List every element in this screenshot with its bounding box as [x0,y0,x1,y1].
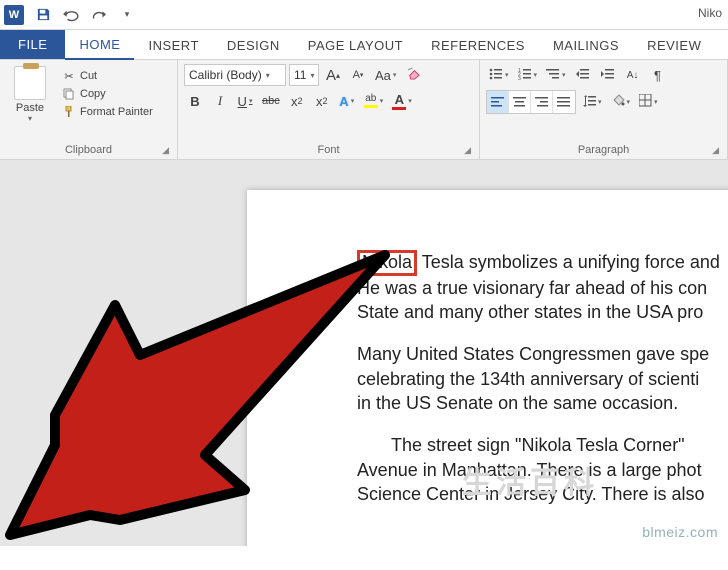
redo-icon[interactable] [86,3,112,27]
scissors-icon: ✂ [62,69,76,83]
clear-formatting-button[interactable] [402,64,424,86]
align-left-button[interactable] [487,91,509,113]
alignment-segment [486,90,576,114]
undo-icon[interactable] [58,3,84,27]
numbering-icon: 123 [518,68,532,83]
bold-button[interactable]: B [184,90,206,112]
paste-dropdown-icon[interactable]: ▾ [28,114,32,123]
borders-icon [639,94,652,110]
cut-label: Cut [80,70,97,82]
chevron-down-icon: ▾ [310,71,314,80]
chevron-down-icon: ▾ [266,71,270,80]
paragraph-group-label: Paragraph ◢ [486,143,721,157]
line-spacing-button[interactable]: ▾ [579,91,605,113]
format-painter-button[interactable]: Format Painter [60,104,155,120]
ribbon-tabs: FILE HOME INSERT DESIGN PAGE LAYOUT REFE… [0,30,728,60]
outdent-icon [576,68,590,83]
align-right-button[interactable] [531,91,553,113]
show-marks-button[interactable]: ¶ [647,64,669,86]
tab-file[interactable]: FILE [0,30,65,59]
document-area[interactable]: Nikola Tesla symbolizes a unifying force… [0,160,728,546]
align-center-button[interactable] [509,91,531,113]
superscript-button[interactable]: x2 [311,90,333,112]
paste-icon [14,66,46,100]
underline-button[interactable]: U▾ [234,90,256,112]
change-case-button[interactable]: Aa▾ [372,64,399,86]
multilevel-list-button[interactable]: ▾ [543,64,569,86]
paste-label: Paste [16,102,44,114]
bullets-button[interactable]: ▾ [486,64,512,86]
svg-text:3: 3 [518,76,521,80]
bullets-icon [489,68,503,83]
paintbrush-icon [62,105,76,119]
tab-references[interactable]: REFERENCES [417,32,539,59]
multilevel-icon [546,68,560,83]
document-title: Niko [698,6,722,20]
bucket-icon [611,94,625,110]
strikethrough-button[interactable]: abc [259,90,283,112]
tab-insert[interactable]: INSERT [134,32,212,59]
group-paragraph: ▾ 123▾ ▾ A↓ ¶ ▾ ▾ ▾ Paragra [480,60,728,159]
line-spacing-icon [582,94,596,111]
word-app-icon: W [4,5,24,25]
text-effects-button[interactable]: A▾ [336,90,358,112]
cut-button[interactable]: ✂ Cut [60,68,155,84]
tab-mailings[interactable]: MAILINGS [539,32,633,59]
format-painter-label: Format Painter [80,106,153,118]
save-icon[interactable] [30,3,56,27]
shading-button[interactable]: ▾ [608,91,634,113]
group-font: Calibri (Body) ▾ 11 ▾ A▴ A▾ Aa▾ [178,60,480,159]
borders-button[interactable]: ▾ [636,91,661,113]
font-name-combo[interactable]: Calibri (Body) ▾ [184,64,286,86]
quick-access-toolbar: ▾ [30,3,140,27]
copy-button[interactable]: Copy [60,86,155,102]
font-group-label: Font ◢ [184,143,473,157]
font-name-value: Calibri (Body) [189,68,262,82]
increase-indent-button[interactable] [597,64,619,86]
subscript-button[interactable]: x2 [286,90,308,112]
highlight-button[interactable]: ab▾ [361,90,387,112]
paragraph-1[interactable]: Nikola Tesla symbolizes a unifying force… [357,250,728,324]
italic-button[interactable]: I [209,90,231,112]
paste-button[interactable]: Paste ▾ [6,64,54,143]
numbering-button[interactable]: 123▾ [515,64,541,86]
watermark-text: 生活百科 [462,458,598,502]
eraser-icon [406,67,421,83]
sort-icon: A↓ [627,70,639,81]
clipboard-launcher-icon[interactable]: ◢ [162,145,169,156]
tab-home[interactable]: HOME [65,31,134,60]
title-bar: W ▾ Niko [0,0,728,30]
watermark-url: blmeiz.com [642,524,718,540]
font-color-button[interactable]: A▾ [389,90,415,112]
selected-word[interactable]: Nikola [357,250,417,276]
tab-design[interactable]: DESIGN [213,32,294,59]
qat-customize-icon[interactable]: ▾ [114,3,140,27]
paragraph-2[interactable]: Many United States Congressmen gave spe … [357,342,728,415]
indent-icon [601,68,615,83]
font-size-combo[interactable]: 11 ▾ [289,64,319,86]
pilcrow-icon: ¶ [654,68,661,83]
justify-button[interactable] [553,91,575,113]
font-launcher-icon[interactable]: ◢ [464,145,471,156]
paragraph-launcher-icon[interactable]: ◢ [712,145,719,156]
grow-font-button[interactable]: A▴ [322,64,344,86]
clipboard-group-label: Clipboard ◢ [6,143,171,157]
tab-page-layout[interactable]: PAGE LAYOUT [294,32,417,59]
font-size-value: 11 [294,68,306,82]
ribbon: Paste ▾ ✂ Cut Copy Form [0,60,728,160]
copy-label: Copy [80,88,106,100]
group-clipboard: Paste ▾ ✂ Cut Copy Form [0,60,178,159]
decrease-indent-button[interactable] [572,64,594,86]
copy-icon [62,87,76,101]
shrink-font-button[interactable]: A▾ [347,64,369,86]
tab-review[interactable]: REVIEW [633,32,715,59]
sort-button[interactable]: A↓ [622,64,644,86]
